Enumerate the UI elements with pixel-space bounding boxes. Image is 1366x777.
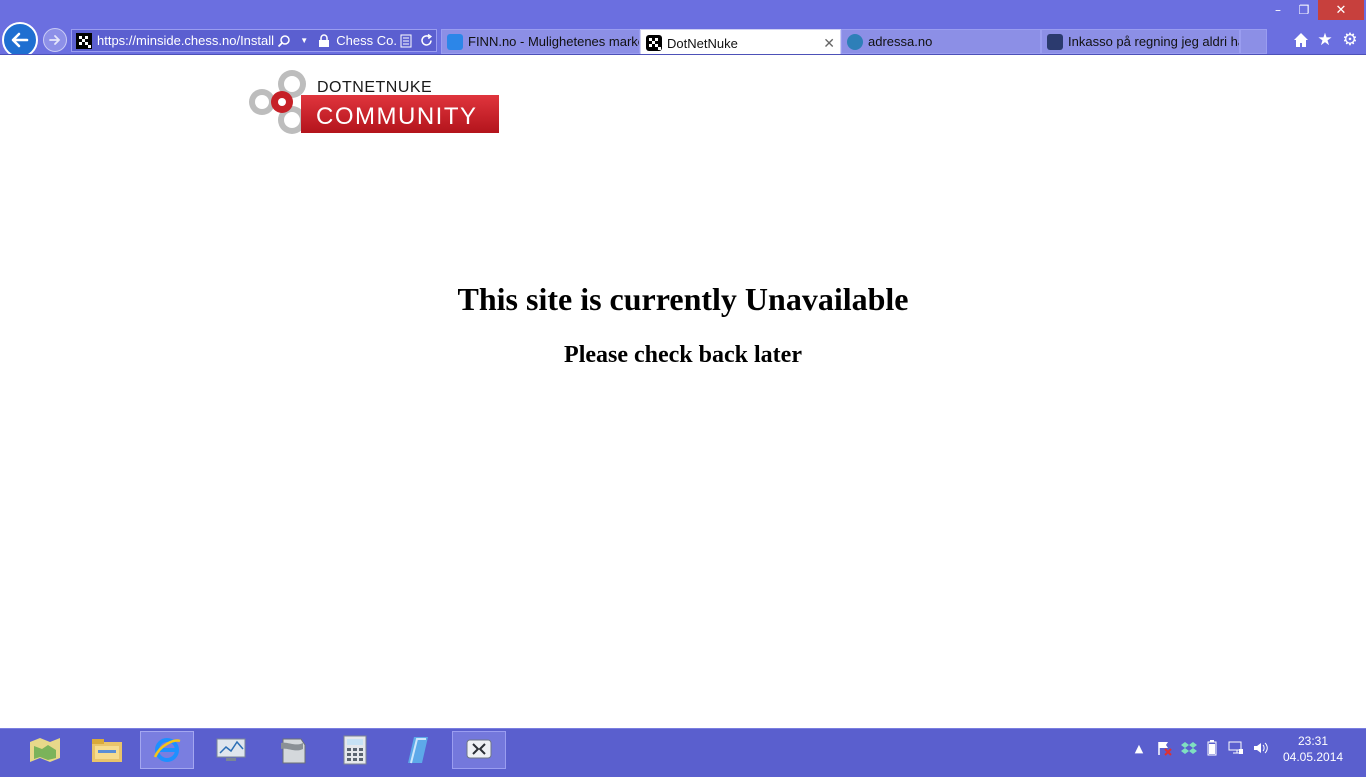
close-window-button[interactable]: ✕ xyxy=(1318,0,1364,20)
calculator-icon[interactable] xyxy=(328,731,382,769)
close-tab-icon[interactable]: ✕ xyxy=(823,35,835,52)
check-back-message: Please check back later xyxy=(564,342,802,368)
dnn-favicon-icon xyxy=(76,32,92,49)
taskbar: ▲ 23:31 04.05.2014 xyxy=(0,728,1366,777)
system-clock[interactable]: 23:31 04.05.2014 xyxy=(1283,733,1343,765)
action-center-icon[interactable] xyxy=(1155,739,1173,757)
settings-gear-icon[interactable]: ⚙ xyxy=(1339,29,1361,51)
finn-icon xyxy=(447,33,463,50)
search-icon[interactable] xyxy=(276,33,292,49)
network-icon[interactable] xyxy=(1227,739,1245,757)
file-explorer-icon[interactable] xyxy=(80,731,134,769)
notepad-icon[interactable] xyxy=(390,731,444,769)
internet-explorer-icon[interactable] xyxy=(140,731,194,769)
home-icon[interactable] xyxy=(1290,29,1312,51)
tab-dotnetnuke[interactable]: DotNetNuke ✕ xyxy=(640,29,841,56)
dnn-icon xyxy=(646,35,662,51)
tab-adressa[interactable]: adressa.no xyxy=(841,29,1041,54)
back-button[interactable] xyxy=(2,22,38,58)
certificate-label[interactable]: Chess Co... xyxy=(336,33,396,48)
browser-chrome: – ❐ ✕ https://minside.chess.no/Install/U… xyxy=(0,0,1366,58)
back-arrow-icon xyxy=(11,32,29,48)
show-hidden-icon[interactable]: ▲ xyxy=(1130,739,1148,757)
url-text[interactable]: https://minside.chess.no/Install/Ur xyxy=(97,33,274,48)
logo-top-text: DOTNETNUKE xyxy=(317,79,433,96)
forward-button[interactable] xyxy=(43,28,67,52)
adressa-icon xyxy=(847,33,863,50)
page-content: DOTNETNUKE COMMUNITY This site is curren… xyxy=(0,55,1366,728)
minimize-button[interactable]: – xyxy=(1266,0,1290,20)
lock-icon[interactable] xyxy=(316,33,332,49)
tab-label: DotNetNuke xyxy=(667,35,738,51)
tab-label: adressa.no xyxy=(868,34,933,49)
tab-finn[interactable]: FINN.no - Mulighetenes marked xyxy=(441,29,640,54)
performance-monitor-icon[interactable] xyxy=(204,731,258,769)
refresh-icon[interactable] xyxy=(418,33,434,49)
tab-inkasso[interactable]: Inkasso på regning jeg aldri ha... xyxy=(1041,29,1240,54)
logo-bottom-text: COMMUNITY xyxy=(316,103,478,130)
unavailable-headline: This site is currently Unavailable xyxy=(457,281,909,317)
dotnetnuke-community-logo[interactable]: DOTNETNUKE COMMUNITY xyxy=(247,67,499,137)
battery-icon[interactable] xyxy=(1203,739,1221,757)
tab-label: FINN.no - Mulighetenes marked xyxy=(468,34,640,49)
favorites-star-icon[interactable]: ★ xyxy=(1314,29,1336,51)
clock-time: 23:31 xyxy=(1297,734,1329,748)
browser-window: – ❐ ✕ https://minside.chess.no/Install/U… xyxy=(0,0,1366,777)
inkasso-icon xyxy=(1047,33,1063,50)
dropdown-arrow-icon[interactable]: ▼ xyxy=(296,33,312,49)
dropbox-icon[interactable] xyxy=(1180,739,1198,757)
new-tab-button[interactable] xyxy=(1240,29,1267,54)
xp-mode-icon[interactable] xyxy=(452,731,506,769)
clock-date: 04.05.2014 xyxy=(1283,750,1344,764)
tab-label: Inkasso på regning jeg aldri ha... xyxy=(1068,34,1240,49)
forward-arrow-icon xyxy=(49,35,61,45)
restore-button[interactable]: ❐ xyxy=(1292,0,1316,20)
terminal-icon[interactable] xyxy=(266,731,320,769)
compatibility-view-icon[interactable] xyxy=(398,33,414,49)
address-bar[interactable]: https://minside.chess.no/Install/Ur ▼ Ch… xyxy=(71,29,437,52)
volume-icon[interactable] xyxy=(1251,739,1269,757)
explorer-map-icon[interactable] xyxy=(18,731,72,769)
